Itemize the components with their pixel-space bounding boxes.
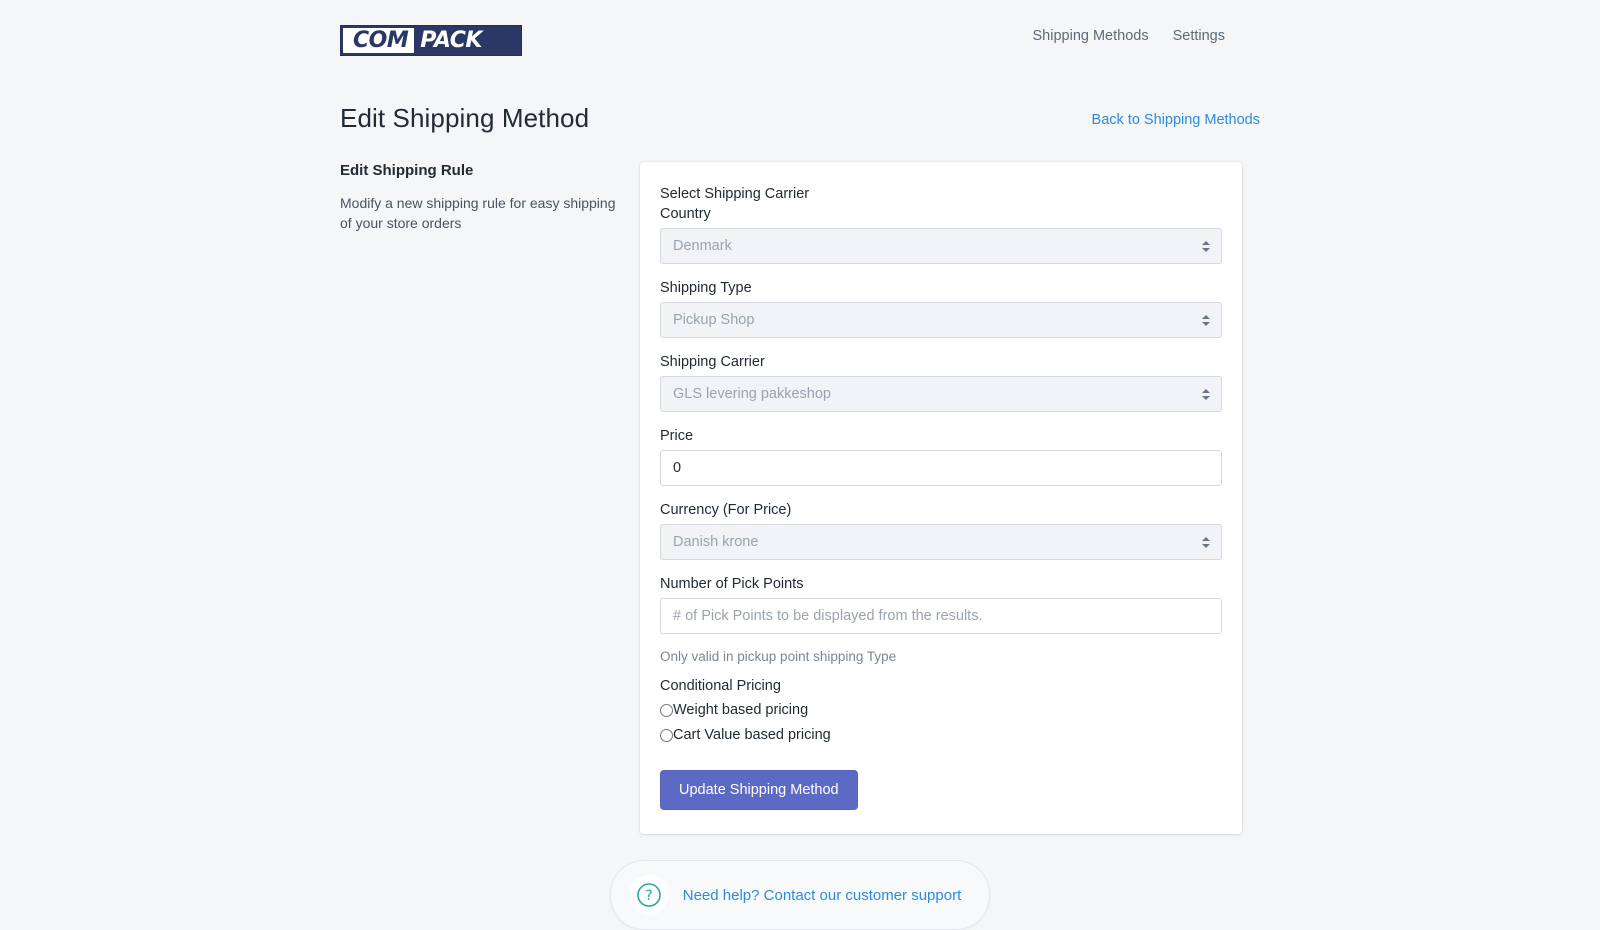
nav-item-settings[interactable]: Settings [1173,28,1225,44]
sidebar-title: Edit Shipping Rule [340,162,474,179]
nav-item-shipping-methods[interactable]: Shipping Methods [1033,28,1149,44]
radio-row-cart-value-based[interactable]: Cart Value based pricing [660,724,1222,746]
shipping-carrier-label: Shipping Carrier [660,354,765,370]
form-section-title: Select Shipping Carrier [660,186,810,202]
pick-points-input[interactable] [660,598,1222,634]
update-shipping-method-button[interactable]: Update Shipping Method [660,770,858,810]
currency-select[interactable] [660,524,1222,560]
support-bar-wrap: ? Need help? Contact our customer suppor… [340,860,1260,930]
currency-label: Currency (For Price) [660,502,792,518]
pick-points-label: Number of Pick Points [660,576,804,592]
main-layout: Edit Shipping Rule Modify a new shipping… [340,162,1260,834]
logo-pack-block: PACK [414,28,490,53]
price-label: Price [660,428,694,444]
shipping-carrier-select-wrap [660,376,1222,412]
sidebar-description: Edit Shipping Rule Modify a new shipping… [340,162,640,233]
weight-based-pricing-radio[interactable] [660,703,673,717]
shipping-type-select[interactable] [660,302,1222,338]
radio-row-weight-based[interactable]: Weight based pricing [660,699,1222,721]
shipping-type-label: Shipping Type [660,280,752,296]
top-navigation: Shipping Methods Settings [1033,28,1225,44]
support-bar[interactable]: ? Need help? Contact our customer suppor… [609,860,991,930]
weight-based-pricing-label[interactable]: Weight based pricing [673,699,808,721]
sidebar-subtitle: Modify a new shipping rule for easy ship… [340,195,616,231]
shipping-form-card: Select Shipping Carrier Country Shipping… [640,162,1242,834]
cart-value-based-pricing-label[interactable]: Cart Value based pricing [673,724,831,746]
logo-pack-text: PACK [420,27,482,53]
conditional-pricing-label: Conditional Pricing [660,678,781,694]
country-select[interactable] [660,228,1222,264]
logo-com-text: COM [353,27,409,53]
country-select-wrap [660,228,1222,264]
page-header: Edit Shipping Method Back to Shipping Me… [340,78,1260,134]
top-bar: COM PACK Shipping Methods Settings [0,0,1600,78]
pick-points-hint: Only valid in pickup point shipping Type [660,649,897,664]
shipping-type-select-wrap [660,302,1222,338]
contact-support-link[interactable]: Need help? Contact our customer support [683,887,962,904]
price-input[interactable] [660,450,1222,486]
question-circle-icon: ? [628,875,669,915]
cart-value-based-pricing-radio[interactable] [660,728,673,742]
svg-text:?: ? [645,888,652,904]
country-label: Country [660,206,711,222]
currency-select-wrap [660,524,1222,560]
compack-logo[interactable]: COM PACK [340,25,522,56]
logo-com-block: COM [343,27,415,53]
back-to-shipping-methods-link[interactable]: Back to Shipping Methods [1092,112,1260,128]
shipping-carrier-select[interactable] [660,376,1222,412]
